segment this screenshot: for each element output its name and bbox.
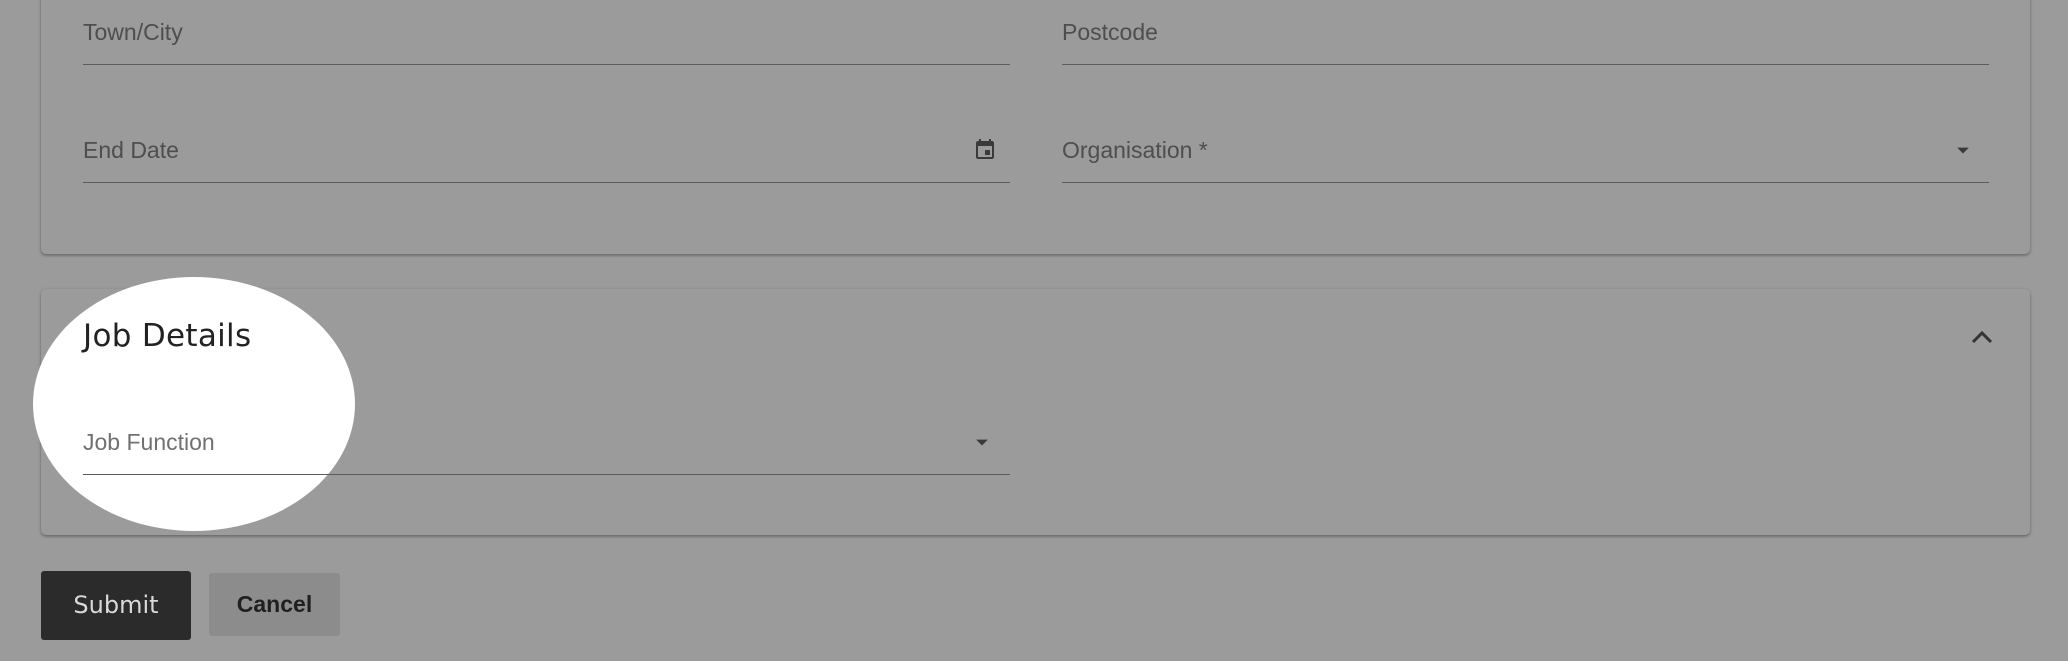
town-city-field[interactable]: Town/City <box>83 18 1010 65</box>
town-city-label: Town/City <box>83 19 183 45</box>
submit-button[interactable]: Submit <box>41 571 191 640</box>
organisation-field[interactable]: Organisation * <box>1062 136 1989 183</box>
end-date-label: End Date <box>83 137 179 163</box>
cancel-button[interactable]: Cancel <box>209 573 340 636</box>
job-function-label: Job Function <box>83 429 215 455</box>
arrow-drop-down-icon[interactable] <box>968 428 996 461</box>
calendar-icon[interactable] <box>973 138 997 167</box>
job-function-select[interactable]: Job Function <box>83 428 1010 475</box>
organisation-label: Organisation * <box>1062 137 1208 163</box>
address-card: Town/City Postcode End Date Organisation… <box>41 0 2030 254</box>
job-details-title: Job Details <box>83 318 252 354</box>
arrow-drop-down-icon[interactable] <box>1949 136 1977 169</box>
spotlight-highlight <box>33 277 355 531</box>
end-date-field[interactable]: End Date <box>83 136 1010 183</box>
postcode-label: Postcode <box>1062 19 1158 45</box>
chevron-up-icon[interactable] <box>1968 326 1996 353</box>
postcode-field[interactable]: Postcode <box>1062 18 1989 65</box>
